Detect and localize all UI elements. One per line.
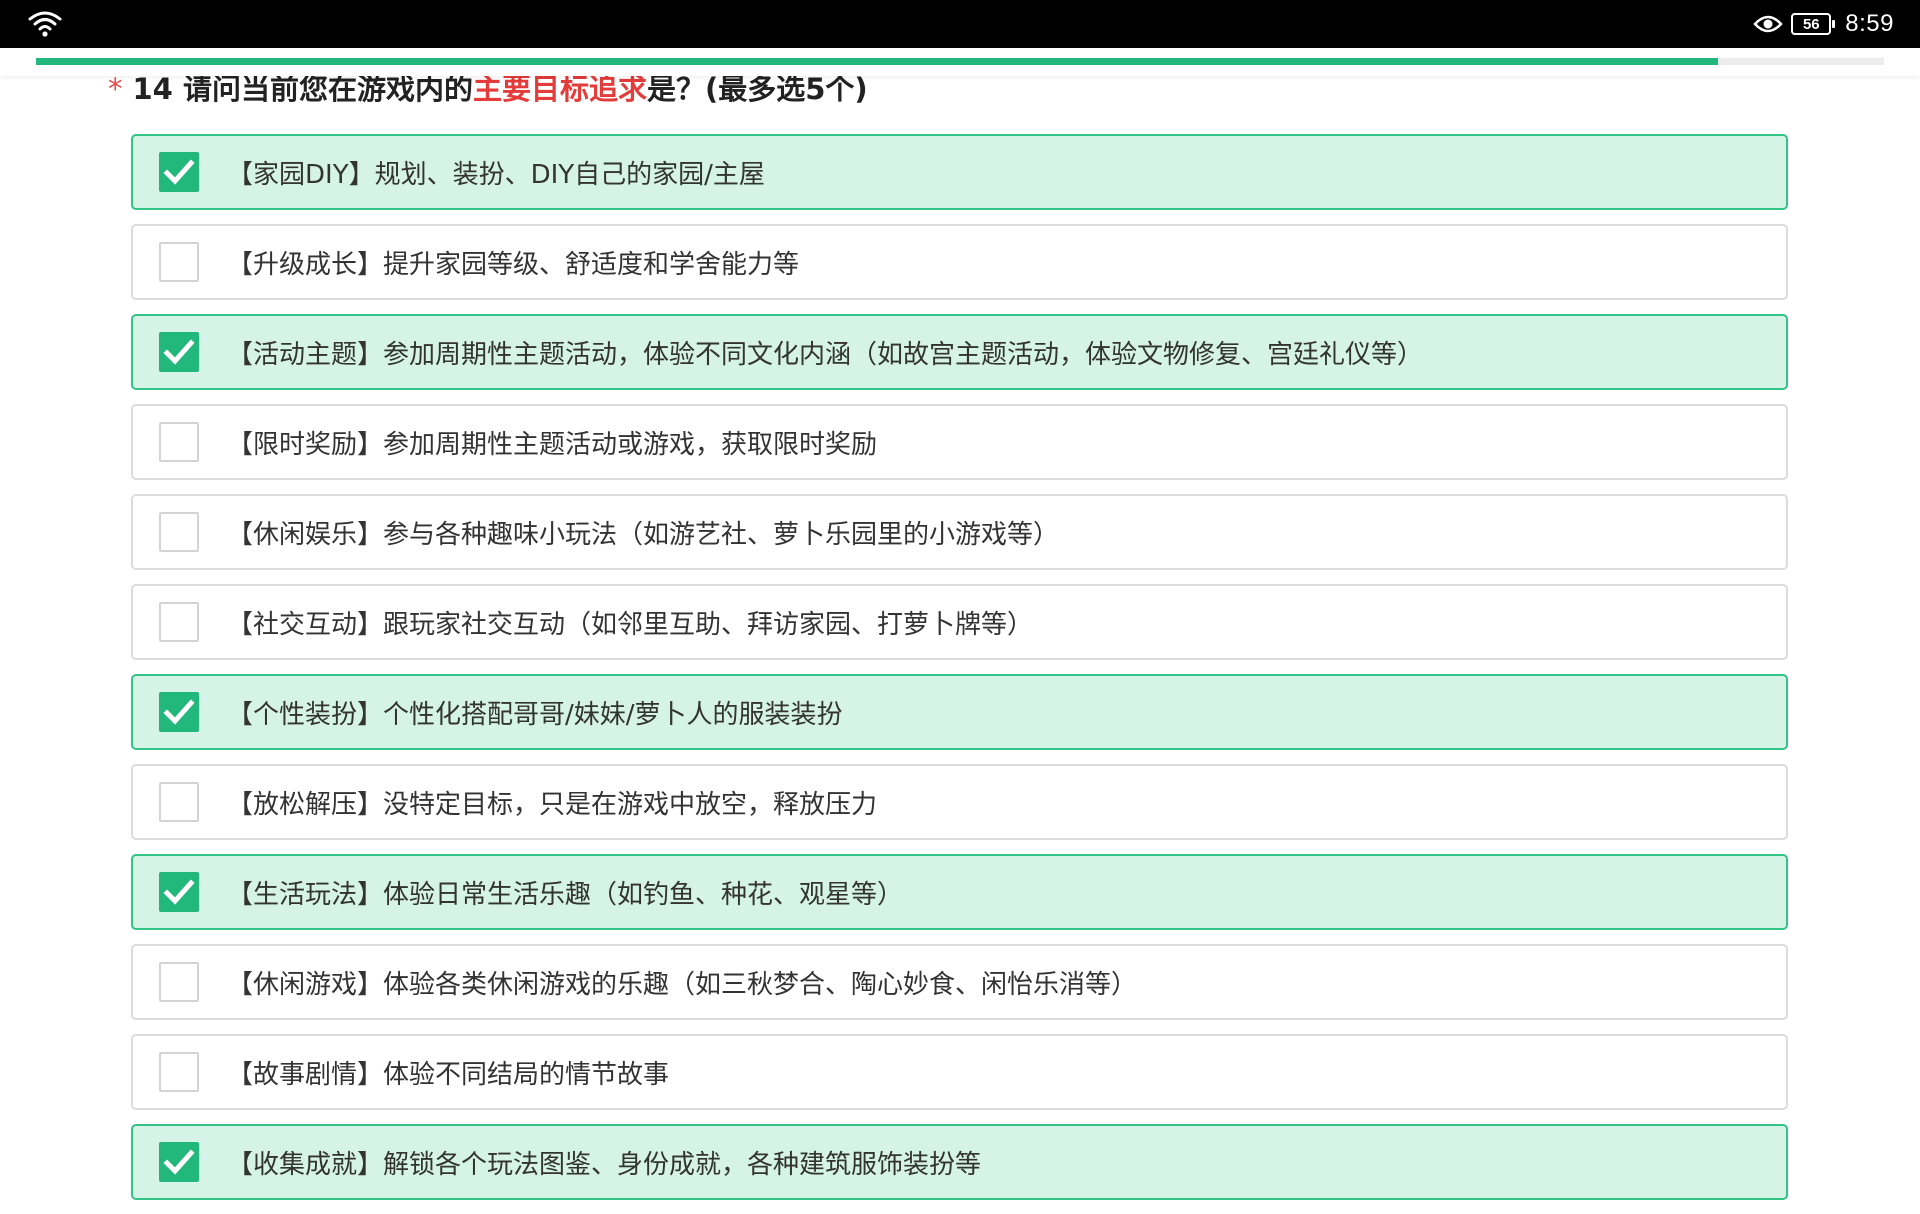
option-list: 【家园DIY】规划、装扮、DIY自己的家园/主屋【升级成长】提升家园等级、舒适度… bbox=[131, 134, 1788, 1214]
battery-icon: 56 bbox=[1791, 13, 1836, 35]
option-item[interactable]: 【休闲娱乐】参与各种趣味小玩法（如游艺社、萝卜乐园里的小游戏等） bbox=[131, 494, 1788, 570]
checkmark-icon bbox=[163, 699, 195, 725]
status-bar: 56 8:59 bbox=[0, 0, 1920, 48]
option-checkbox[interactable] bbox=[159, 602, 199, 642]
battery-level: 56 bbox=[1802, 15, 1820, 33]
option-checkbox[interactable] bbox=[159, 782, 199, 822]
option-checkbox[interactable] bbox=[159, 872, 199, 912]
checkmark-icon bbox=[163, 339, 195, 365]
option-checkbox[interactable] bbox=[159, 962, 199, 1002]
option-label: 【故事剧情】体验不同结局的情节故事 bbox=[227, 1059, 670, 1090]
option-item[interactable]: 【放松解压】没特定目标，只是在游戏中放空，释放压力 bbox=[131, 764, 1788, 840]
option-label: 【社交互动】跟玩家社交互动（如邻里互助、拜访家园、打萝卜牌等） bbox=[227, 609, 1034, 640]
wifi-icon bbox=[28, 11, 62, 37]
option-checkbox[interactable] bbox=[159, 422, 199, 462]
option-item[interactable]: 【故事剧情】体验不同结局的情节故事 bbox=[131, 1034, 1788, 1110]
option-item[interactable]: 【升级成长】提升家园等级、舒适度和学舍能力等 bbox=[131, 224, 1788, 300]
checkmark-icon bbox=[163, 1149, 195, 1175]
eye-comfort-icon bbox=[1753, 15, 1783, 33]
checkmark-icon bbox=[163, 159, 195, 185]
question-title-highlight: 主要目标追求 bbox=[472, 72, 647, 106]
status-indicators: 56 8:59 bbox=[1753, 0, 1894, 48]
option-checkbox[interactable] bbox=[159, 152, 199, 192]
option-checkbox[interactable] bbox=[159, 332, 199, 372]
required-mark: * bbox=[108, 72, 123, 106]
option-item[interactable]: 【个性装扮】个性化搭配哥哥/妹妹/萝卜人的服装装扮 bbox=[131, 674, 1788, 750]
question-title-suffix: 是？(最多选5个) bbox=[646, 72, 868, 106]
progress-fill bbox=[36, 58, 1718, 65]
option-item[interactable]: 【家园DIY】规划、装扮、DIY自己的家园/主屋 bbox=[131, 134, 1788, 210]
question-title-prefix: 14 请问当前您在游戏内的 bbox=[132, 72, 473, 106]
checkmark-icon bbox=[163, 879, 195, 905]
option-label: 【升级成长】提升家园等级、舒适度和学舍能力等 bbox=[227, 249, 800, 280]
option-label: 【休闲游戏】体验各类休闲游戏的乐趣（如三秋梦合、陶心妙食、闲怡乐消等） bbox=[227, 969, 1138, 1000]
option-checkbox[interactable] bbox=[159, 692, 199, 732]
progress-bar bbox=[36, 58, 1884, 65]
option-label: 【活动主题】参加周期性主题活动，体验不同文化内涵（如故宫主题活动，体验文物修复、… bbox=[227, 339, 1424, 370]
option-item[interactable]: 【收集成就】解锁各个玩法图鉴、身份成就，各种建筑服饰装扮等 bbox=[131, 1124, 1788, 1200]
option-item[interactable]: 【休闲游戏】体验各类休闲游戏的乐趣（如三秋梦合、陶心妙食、闲怡乐消等） bbox=[131, 944, 1788, 1020]
progress-header bbox=[0, 48, 1920, 76]
option-label: 【生活玩法】体验日常生活乐趣（如钓鱼、种花、观星等） bbox=[227, 879, 904, 910]
clock: 8:59 bbox=[1845, 10, 1894, 37]
option-item[interactable]: 【社交互动】跟玩家社交互动（如邻里互助、拜访家园、打萝卜牌等） bbox=[131, 584, 1788, 660]
option-label: 【休闲娱乐】参与各种趣味小玩法（如游艺社、萝卜乐园里的小游戏等） bbox=[227, 519, 1060, 550]
option-checkbox[interactable] bbox=[159, 242, 199, 282]
option-label: 【放松解压】没特定目标，只是在游戏中放空，释放压力 bbox=[227, 789, 878, 820]
option-label: 【限时奖励】参加周期性主题活动或游戏，获取限时奖励 bbox=[227, 429, 878, 460]
option-label: 【家园DIY】规划、装扮、DIY自己的家园/主屋 bbox=[227, 159, 765, 190]
option-item[interactable]: 【生活玩法】体验日常生活乐趣（如钓鱼、种花、观星等） bbox=[131, 854, 1788, 930]
option-checkbox[interactable] bbox=[159, 512, 199, 552]
option-label: 【个性装扮】个性化搭配哥哥/妹妹/萝卜人的服装装扮 bbox=[227, 699, 843, 730]
option-checkbox[interactable] bbox=[159, 1052, 199, 1092]
option-item[interactable]: 【活动主题】参加周期性主题活动，体验不同文化内涵（如故宫主题活动，体验文物修复、… bbox=[131, 314, 1788, 390]
option-label: 【收集成就】解锁各个玩法图鉴、身份成就，各种建筑服饰装扮等 bbox=[227, 1149, 982, 1180]
option-item[interactable]: 【限时奖励】参加周期性主题活动或游戏，获取限时奖励 bbox=[131, 404, 1788, 480]
option-checkbox[interactable] bbox=[159, 1142, 199, 1182]
